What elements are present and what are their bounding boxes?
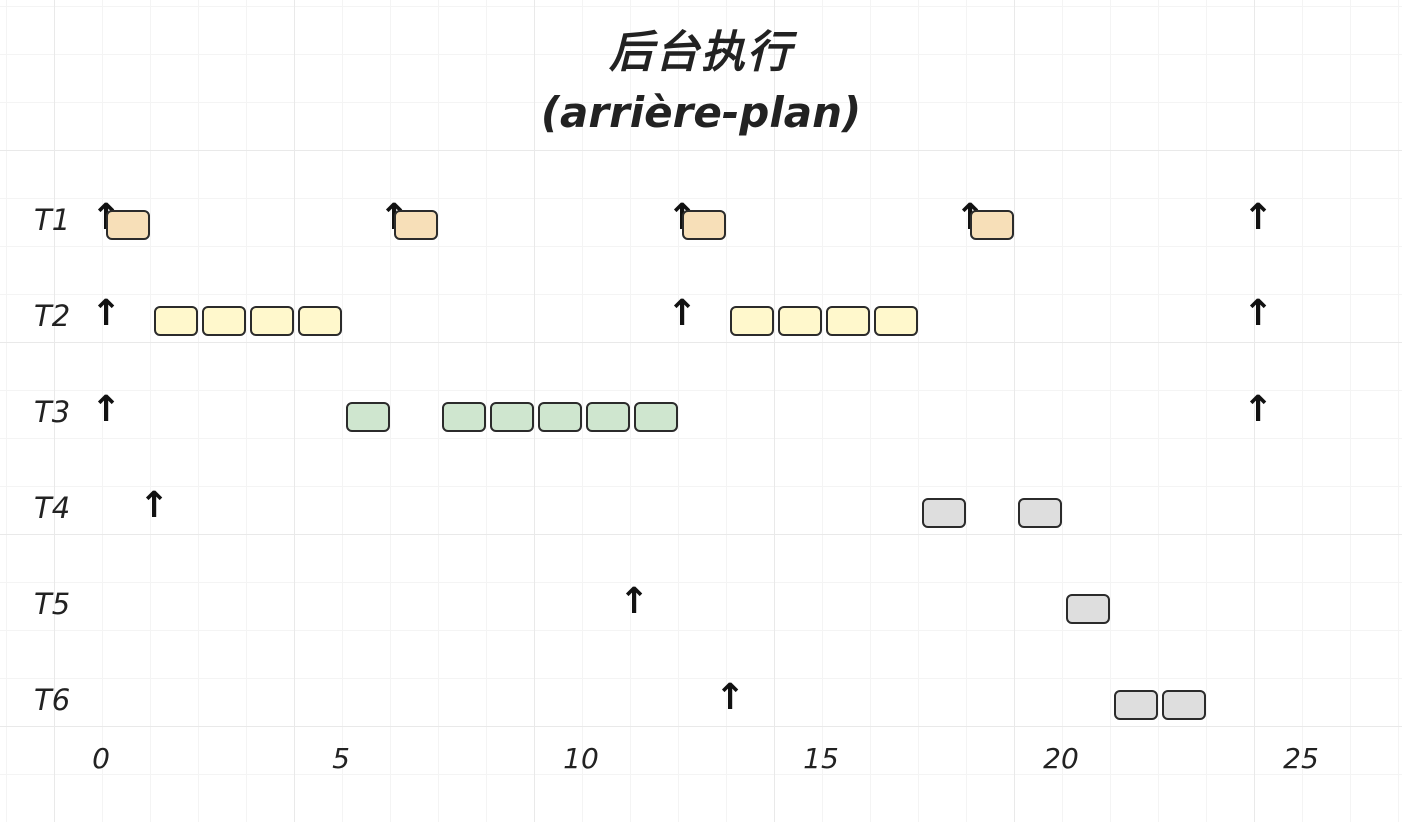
exec-block-t1 (394, 210, 438, 240)
exec-block-t3 (586, 402, 630, 432)
row-label-t3: T3 (34, 395, 71, 429)
arrival-arrow-icon: ↑ (1243, 197, 1274, 238)
exec-block-t1 (970, 210, 1014, 240)
exec-block-t1 (682, 210, 726, 240)
row-label-t6: T6 (34, 683, 71, 717)
arrival-arrow-icon: ↑ (715, 677, 746, 718)
exec-block-t3 (634, 402, 678, 432)
arrival-arrow-icon: ↑ (91, 389, 122, 430)
exec-block-t3 (346, 402, 390, 432)
exec-block-t4 (1018, 498, 1062, 528)
row-label-t1: T1 (34, 203, 71, 237)
row-label-t2: T2 (34, 299, 71, 333)
chart-title-block: 后台执行 (arrière-plan) (0, 22, 1402, 142)
arrival-arrow-icon: ↑ (1243, 389, 1274, 430)
exec-block-t2 (154, 306, 198, 336)
chart-title: 后台执行 (609, 27, 793, 78)
exec-block-t2 (874, 306, 918, 336)
exec-block-t2 (298, 306, 342, 336)
x-tick-label: 20 (1043, 742, 1079, 775)
x-tick-label: 25 (1283, 742, 1319, 775)
arrival-arrow-icon: ↑ (667, 293, 698, 334)
arrival-arrow-icon: ↑ (1243, 293, 1274, 334)
row-label-t5: T5 (34, 587, 71, 621)
exec-block-t6 (1114, 690, 1158, 720)
exec-block-t2 (202, 306, 246, 336)
x-tick-label: 10 (563, 742, 599, 775)
exec-block-t2 (778, 306, 822, 336)
arrival-arrow-icon: ↑ (619, 581, 650, 622)
exec-block-t4 (922, 498, 966, 528)
exec-block-t3 (538, 402, 582, 432)
x-tick-label: 5 (332, 742, 350, 775)
x-tick-label: 15 (803, 742, 839, 775)
exec-block-t2 (730, 306, 774, 336)
exec-block-t6 (1162, 690, 1206, 720)
exec-block-t5 (1066, 594, 1110, 624)
exec-block-t1 (106, 210, 150, 240)
chart-subtitle: (arrière-plan) (540, 88, 862, 137)
exec-block-t2 (826, 306, 870, 336)
exec-block-t3 (442, 402, 486, 432)
arrival-arrow-icon: ↑ (139, 485, 170, 526)
x-tick-label: 0 (92, 742, 110, 775)
arrival-arrow-icon: ↑ (91, 293, 122, 334)
row-label-t4: T4 (34, 491, 71, 525)
exec-block-t2 (250, 306, 294, 336)
exec-block-t3 (490, 402, 534, 432)
